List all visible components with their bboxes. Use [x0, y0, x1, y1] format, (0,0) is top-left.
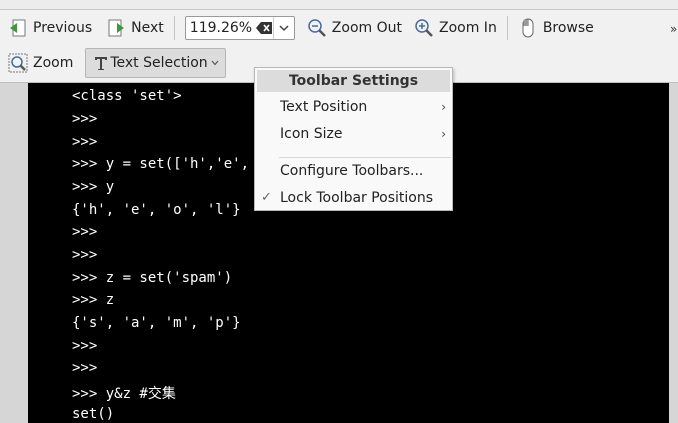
menu-item-label: Text Position: [280, 99, 368, 115]
code-line: >>>: [72, 134, 98, 150]
zoom-out-label: Zoom Out: [331, 20, 402, 36]
clear-field-icon[interactable]: [256, 22, 273, 34]
zoom-in-icon: [414, 18, 434, 38]
previous-button[interactable]: Previous: [2, 13, 98, 43]
browse-button[interactable]: Browse: [512, 13, 600, 43]
zoom-out-icon: [307, 18, 327, 38]
code-line: {'s', 'a', 'm', 'p'}: [72, 315, 241, 331]
text-selection-button[interactable]: Text Selection: [85, 48, 226, 78]
zoom-in-label: Zoom In: [439, 20, 497, 36]
menu-title: Toolbar Settings: [257, 70, 450, 92]
zoom-combobox[interactable]: 119.26%: [184, 16, 295, 40]
toolbar-row-navigation: Previous Next 119.26% Zoom Out Zoom In B…: [0, 11, 600, 45]
code-line: >>>: [72, 338, 98, 354]
code-line: <class 'set'>: [72, 88, 182, 104]
code-line: >>> y: [72, 179, 115, 195]
checkmark-icon: ✓: [261, 190, 272, 205]
next-page-icon: [106, 18, 126, 38]
menu-separator: [279, 157, 451, 158]
code-line: >>>: [72, 111, 98, 127]
menu-item-icon-size[interactable]: Icon Size ›: [255, 122, 452, 146]
previous-page-icon: [8, 18, 28, 38]
code-line: {'h', 'e', 'o', 'l'}: [72, 202, 241, 218]
zoom-in-button[interactable]: Zoom In: [408, 13, 503, 43]
zoom-tool-icon: [8, 53, 28, 73]
code-line: >>>: [72, 247, 98, 263]
submenu-arrow-icon: ›: [441, 127, 446, 141]
zoom-value-field[interactable]: 119.26%: [186, 20, 252, 36]
zoom-out-button[interactable]: Zoom Out: [301, 13, 408, 43]
chevron-down-icon[interactable]: [211, 60, 219, 66]
code-line: >>>: [72, 224, 98, 240]
toolbar-overflow-icon[interactable]: »: [670, 22, 678, 36]
text-tool-icon: [92, 54, 110, 72]
code-line: >>> z = set('spam'): [72, 270, 233, 286]
menu-item-text-position[interactable]: Text Position ›: [255, 95, 452, 119]
document-left-margin: [0, 83, 28, 423]
toolbar-settings-menu: Toolbar Settings Text Position › Icon Si…: [254, 67, 453, 211]
mouse-icon: [518, 18, 538, 38]
document-right-margin: [669, 83, 678, 423]
code-line: >>> z: [72, 292, 115, 308]
menu-item-label: Lock Toolbar Positions: [280, 190, 434, 206]
next-label: Next: [131, 20, 164, 36]
window-title-bar: [0, 0, 678, 10]
code-line: set(): [72, 406, 115, 422]
zoom-tool-button[interactable]: Zoom: [2, 48, 79, 78]
toolbar-row-tools: Zoom Text Selection: [0, 46, 226, 80]
toolbar-separator: [506, 16, 508, 40]
code-line: >>>: [72, 360, 98, 376]
zoom-tool-label: Zoom: [33, 55, 74, 71]
chevron-down-icon[interactable]: [272, 17, 294, 39]
text-selection-label: Text Selection: [110, 55, 208, 71]
next-button[interactable]: Next: [100, 13, 170, 43]
menu-item-configure-toolbars[interactable]: Configure Toolbars...: [255, 159, 452, 183]
browse-label: Browse: [542, 20, 594, 36]
toolbar-separator: [173, 16, 175, 40]
menu-item-lock-toolbar-positions[interactable]: ✓ Lock Toolbar Positions: [255, 186, 452, 210]
menu-item-label: Icon Size: [280, 126, 343, 142]
menu-item-label: Configure Toolbars...: [280, 163, 424, 179]
submenu-arrow-icon: ›: [441, 100, 446, 114]
code-line: >>> y = set(['h','e',: [72, 156, 250, 172]
code-line: >>> y&z #交集: [72, 386, 176, 402]
previous-label: Previous: [33, 20, 93, 36]
